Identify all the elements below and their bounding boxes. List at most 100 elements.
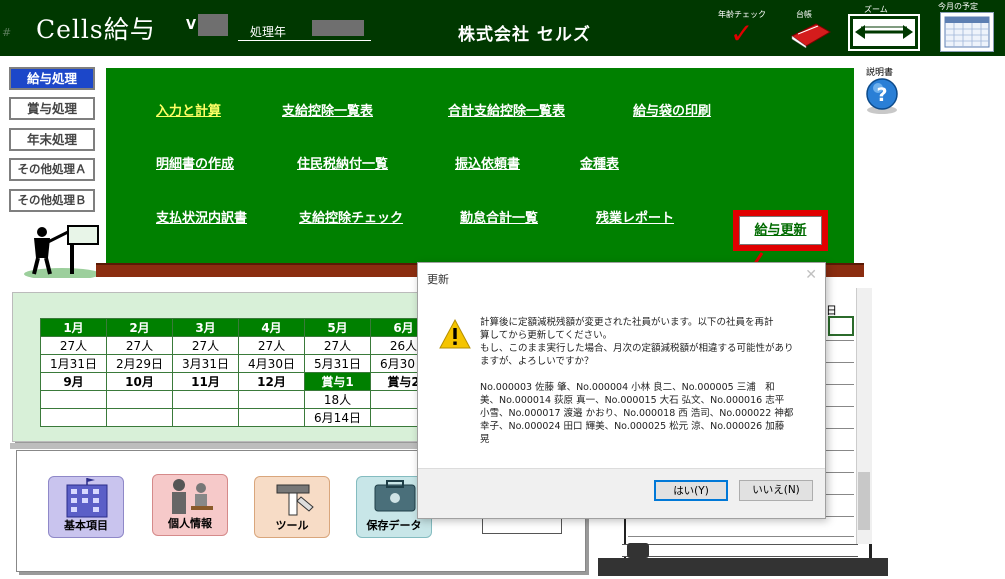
panel-scroll-thumb[interactable] xyxy=(858,472,870,530)
basic-items-label: 基本項目 xyxy=(64,519,108,532)
date-cell: 2月29日 xyxy=(106,354,173,373)
processing-year-label: 処理年 xyxy=(250,25,287,39)
dialog-message-line: もし、このまま実行した場合、月次の定額減税額が相違する可能性があり xyxy=(480,343,794,354)
sidebar-item-other-b[interactable]: その他処理Ｂ xyxy=(9,189,95,212)
month-cell[interactable]: 1月 xyxy=(40,318,107,337)
sidebar-item-salary[interactable]: 給与処理 xyxy=(9,67,95,90)
no-button[interactable]: いいえ(N) xyxy=(739,480,813,501)
update-dialog: 更新 ✕ 計算後に定額減税残額が変更された社員がいます。以下の社員を再計 算して… xyxy=(417,262,826,519)
presenter-figure-icon xyxy=(24,225,100,278)
menu-link-pay-deduction-list[interactable]: 支給控除一覧表 xyxy=(282,100,373,119)
panel-rule xyxy=(628,536,854,537)
calendar-icon[interactable] xyxy=(940,12,994,52)
count-cell: 27人 xyxy=(106,336,173,355)
age-check-icon[interactable]: ✓ xyxy=(730,20,753,48)
schedule-date-row-2: 6月14日 xyxy=(40,408,437,427)
date-cell: 1月31日 xyxy=(40,354,107,373)
date-cell: 6月14日 xyxy=(304,408,371,427)
help-icon[interactable]: ? xyxy=(864,77,900,115)
basic-items-button[interactable]: 基本項目 xyxy=(48,476,124,538)
count-cell xyxy=(106,390,173,409)
menu-link-input-calc[interactable]: 入力と計算 xyxy=(156,100,221,119)
bonus-cell[interactable]: 賞与1 xyxy=(304,372,371,391)
menu-link-pay-deduction-check[interactable]: 支給控除チェック xyxy=(299,207,403,226)
dialog-message-line: 算してから更新してください。 xyxy=(480,330,613,341)
tools-button[interactable]: ツール xyxy=(254,476,330,538)
sidebar-item-other-a[interactable]: その他処理Ａ xyxy=(9,158,95,181)
svg-text:?: ? xyxy=(876,84,887,106)
warning-icon xyxy=(439,318,471,349)
ledger-book-icon[interactable] xyxy=(790,22,832,48)
menu-link-transfer-request[interactable]: 振込依頼書 xyxy=(455,153,520,172)
tools-icon xyxy=(276,484,314,516)
selected-cell xyxy=(828,316,854,336)
schedule-month-row-2: 9月 10月 11月 12月 賞与1 賞与2 xyxy=(40,372,437,391)
divider-bar xyxy=(10,443,430,449)
panel-base xyxy=(598,558,888,576)
schedule-month-row: 1月 2月 3月 4月 5月 6月 xyxy=(40,318,437,337)
month-cell[interactable]: 5月 xyxy=(304,318,371,337)
app-title: Cells給与 xyxy=(36,15,156,44)
schedule-label: 今月の予定 xyxy=(938,2,978,11)
zoom-label: ズーム xyxy=(864,5,888,14)
menu-link-resident-tax-list[interactable]: 住民税納付一覧 xyxy=(297,153,388,172)
dialog-message-line: 計算後に定額減税残額が変更された社員がいます。以下の社員を再計 xyxy=(480,317,774,328)
zoom-arrows-icon xyxy=(855,25,913,39)
date-cell: 4月30日 xyxy=(238,354,305,373)
menu-link-attendance-total[interactable]: 勤怠合計一覧 xyxy=(460,207,538,226)
month-cell[interactable]: 12月 xyxy=(238,372,305,391)
count-cell: 27人 xyxy=(238,336,305,355)
month-cell[interactable]: 10月 xyxy=(106,372,173,391)
menu-link-pay-envelope-print[interactable]: 給与袋の印刷 xyxy=(633,100,711,119)
employee-list: No.000003 佐藤 肇、No.000004 小林 良二、No.000005… xyxy=(480,381,812,446)
date-cell xyxy=(172,408,239,427)
count-cell: 27人 xyxy=(304,336,371,355)
processing-year-mask xyxy=(312,20,364,36)
employee-list-line: 美、No.000014 荻原 真一、No.000015 大石 弘文、No.000… xyxy=(480,395,785,406)
count-cell xyxy=(40,390,107,409)
menu-link-payment-breakdown[interactable]: 支払状況内訳書 xyxy=(156,207,247,226)
schedule-table: 1月 2月 3月 4月 5月 6月 27人 27人 27人 27人 27人 26… xyxy=(40,318,437,427)
version-prefix: V xyxy=(186,18,197,33)
close-icon[interactable]: ✕ xyxy=(805,267,817,283)
date-cell xyxy=(40,408,107,427)
building-icon xyxy=(66,478,108,518)
processing-year-underline xyxy=(238,40,371,41)
saved-data-label: 保存データ xyxy=(366,519,422,532)
personal-info-button[interactable]: 個人情報 xyxy=(152,474,228,536)
tools-label: ツール xyxy=(275,519,309,532)
date-cell: 5月31日 xyxy=(304,354,371,373)
schedule-count-row: 27人 27人 27人 27人 27人 26人 xyxy=(40,336,437,355)
menu-link-denomination-table[interactable]: 金種表 xyxy=(580,153,619,172)
menu-link-create-statement[interactable]: 明細書の作成 xyxy=(156,153,234,172)
count-cell: 18人 xyxy=(304,390,371,409)
month-cell[interactable]: 3月 xyxy=(172,318,239,337)
schedule-date-row: 1月31日 2月29日 3月31日 4月30日 5月31日 6月30日 xyxy=(40,354,437,373)
panel-slider-knob[interactable] xyxy=(627,543,649,558)
month-cell[interactable]: 9月 xyxy=(40,372,107,391)
month-cell[interactable]: 4月 xyxy=(238,318,305,337)
count-cell: 27人 xyxy=(172,336,239,355)
employee-list-line: 晃 xyxy=(480,434,490,445)
count-cell: 27人 xyxy=(40,336,107,355)
date-cell xyxy=(238,408,305,427)
menu-link-overtime-report[interactable]: 残業レポート xyxy=(596,207,674,226)
app-window: # Cells給与 V 処理年 株式会社 セルズ 年齢チェック ✓ 台帳 ズーム… xyxy=(0,0,1005,579)
ledger-label: 台帳 xyxy=(796,10,812,19)
header-bar: # Cells給与 V 処理年 株式会社 セルズ 年齢チェック ✓ 台帳 ズーム… xyxy=(0,0,1005,56)
menu-link-total-pay-deduction-list[interactable]: 合計支給控除一覧表 xyxy=(448,100,565,119)
schedule-count-row-2: 18人 xyxy=(40,390,437,409)
zoom-button[interactable] xyxy=(848,14,920,51)
date-cell xyxy=(106,408,173,427)
month-cell[interactable]: 2月 xyxy=(106,318,173,337)
month-cell[interactable]: 11月 xyxy=(172,372,239,391)
dialog-message: 計算後に定額減税残額が変更された社員がいます。以下の社員を再計 算してから更新し… xyxy=(480,316,812,368)
employee-list-line: No.000003 佐藤 肇、No.000004 小林 良二、No.000005… xyxy=(480,382,775,393)
salary-update-button[interactable]: 給与更新 xyxy=(739,216,822,245)
sidebar-item-year-end[interactable]: 年末処理 xyxy=(9,128,95,151)
personal-info-label: 個人情報 xyxy=(168,517,212,530)
panel-slider-track[interactable] xyxy=(622,544,858,557)
dialog-title: 更新 xyxy=(427,273,449,286)
yes-button[interactable]: はい(Y) xyxy=(654,480,728,501)
sidebar-item-bonus[interactable]: 賞与処理 xyxy=(9,97,95,120)
